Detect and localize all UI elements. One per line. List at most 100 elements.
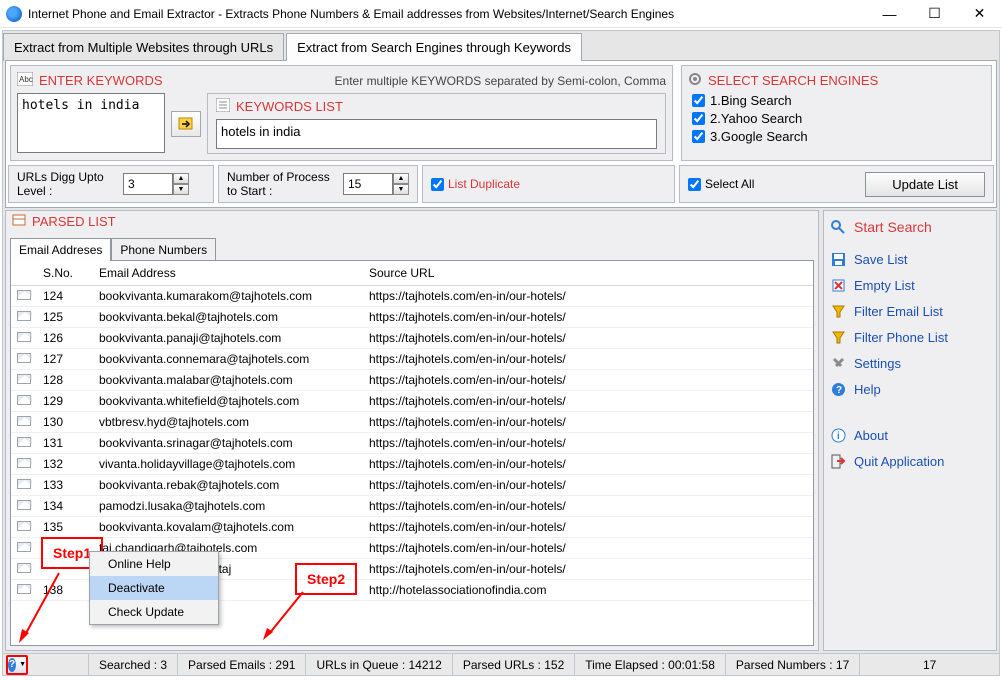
help-context-menu: Online Help Deactivate Check Update xyxy=(89,551,219,625)
window-title: Internet Phone and Email Extractor - Ext… xyxy=(28,7,867,21)
mail-icon xyxy=(17,521,31,531)
status-searched: Searched : 3 xyxy=(88,654,178,675)
table-row[interactable]: 126 bookvivanta.panaji@tajhotels.com htt… xyxy=(11,328,813,349)
add-keyword-button[interactable] xyxy=(171,111,201,137)
mail-icon xyxy=(17,500,31,510)
search-engines-group: SELECT SEARCH ENGINES 1.Bing Search2.Yah… xyxy=(681,65,992,161)
digg-level-box: URLs Digg Upto Level : ▲▼ xyxy=(8,165,214,203)
about-icon: i xyxy=(830,427,846,443)
table-row[interactable]: 125 bookvivanta.bekal@tajhotels.com http… xyxy=(11,307,813,328)
maximize-button[interactable]: ☐ xyxy=(912,0,957,28)
mail-icon xyxy=(17,395,31,405)
menu-online-help[interactable]: Online Help xyxy=(90,552,218,576)
table-row[interactable]: 133 bookvivanta.rebak@tajhotels.com http… xyxy=(11,475,813,496)
col-email[interactable]: Email Address xyxy=(93,261,363,286)
quit-button[interactable]: Quit Application xyxy=(830,453,990,469)
process-down-button[interactable]: ▼ xyxy=(393,184,409,195)
list-duplicate-box: List Duplicate xyxy=(422,165,675,203)
tab-email-addresses[interactable]: Email Addreses xyxy=(10,238,111,261)
svg-text:Abc: Abc xyxy=(19,75,33,84)
digg-level-input[interactable] xyxy=(123,173,173,195)
digg-up-button[interactable]: ▲ xyxy=(173,173,189,184)
mail-icon xyxy=(17,437,31,447)
tab-extract-urls[interactable]: Extract from Multiple Websites through U… xyxy=(3,33,284,61)
select-all-checkbox[interactable]: Select All xyxy=(688,177,754,191)
svg-text:i: i xyxy=(837,431,840,442)
mail-icon xyxy=(17,542,31,552)
table-row[interactable]: 124 bookvivanta.kumarakom@tajhotels.com … xyxy=(11,286,813,307)
enter-keywords-group: Abc ENTER KEYWORDS Enter multiple KEYWOR… xyxy=(10,65,673,161)
mail-icon xyxy=(17,311,31,321)
menu-check-update[interactable]: Check Update xyxy=(90,600,218,624)
filter-phone-button[interactable]: Filter Phone List xyxy=(830,329,990,345)
minimize-button[interactable]: — xyxy=(867,0,912,28)
table-row[interactable]: 131 bookvivanta.srinagar@tajhotels.com h… xyxy=(11,433,813,454)
side-actions-panel: Start Search Save List Empty List Filter… xyxy=(823,210,997,651)
tab-phone-numbers[interactable]: Phone Numbers xyxy=(111,238,216,261)
table-row[interactable]: 127 bookvivanta.connemara@tajhotels.com … xyxy=(11,349,813,370)
select-all-box: Select All Update List xyxy=(679,165,994,203)
col-sno[interactable]: S.No. xyxy=(37,261,93,286)
status-urls-queue: URLs in Queue : 14212 xyxy=(306,654,452,675)
empty-icon xyxy=(830,277,846,293)
parsed-list-icon xyxy=(12,213,26,230)
digg-down-button[interactable]: ▼ xyxy=(173,184,189,195)
keywords-input[interactable]: hotels in india xyxy=(17,93,165,153)
parsed-list-title: PARSED LIST xyxy=(32,214,116,229)
keywords-list-content[interactable]: hotels in india xyxy=(216,119,657,149)
title-bar: Internet Phone and Email Extractor - Ext… xyxy=(0,0,1002,28)
settings-button[interactable]: Settings xyxy=(830,355,990,371)
mail-icon xyxy=(17,416,31,426)
main-tabs: Extract from Multiple Websites through U… xyxy=(3,31,999,61)
quit-icon xyxy=(830,453,846,469)
close-button[interactable]: ✕ xyxy=(957,0,1002,28)
status-extra: 17 xyxy=(860,654,999,675)
engine-item[interactable]: 2.Yahoo Search xyxy=(692,111,981,126)
save-icon xyxy=(830,251,846,267)
mail-icon xyxy=(17,332,31,342)
engine-item[interactable]: 1.Bing Search xyxy=(692,93,981,108)
mail-icon xyxy=(17,374,31,384)
empty-list-button[interactable]: Empty List xyxy=(830,277,990,293)
list-icon xyxy=(216,98,230,115)
about-button[interactable]: i About xyxy=(830,427,990,443)
table-row[interactable]: 134 pamodzi.lusaka@tajhotels.com https:/… xyxy=(11,496,813,517)
process-up-button[interactable]: ▲ xyxy=(393,173,409,184)
search-icon xyxy=(830,219,846,235)
status-time-elapsed: Time Elapsed : 00:01:58 xyxy=(575,654,726,675)
process-count-input[interactable] xyxy=(343,173,393,195)
table-row[interactable]: 128 bookvivanta.malabar@tajhotels.com ht… xyxy=(11,370,813,391)
list-duplicate-checkbox[interactable]: List Duplicate xyxy=(431,177,520,191)
digg-level-label: URLs Digg Upto Level : xyxy=(17,170,117,198)
start-search-button[interactable]: Start Search xyxy=(830,219,990,235)
engine-item[interactable]: 3.Google Search xyxy=(692,129,981,144)
email-table: S.No. Email Address Source URL 124 bookv… xyxy=(11,261,813,601)
keywords-list-box: KEYWORDS LIST hotels in india xyxy=(207,93,666,154)
tab-extract-keywords[interactable]: Extract from Search Engines through Keyw… xyxy=(286,33,582,61)
mail-icon xyxy=(17,584,31,594)
status-parsed-emails: Parsed Emails : 291 xyxy=(178,654,306,675)
table-row[interactable]: 129 bookvivanta.whitefield@tajhotels.com… xyxy=(11,391,813,412)
table-row[interactable]: 130 vbtbresv.hyd@tajhotels.com https://t… xyxy=(11,412,813,433)
process-count-label: Number of Process to Start : xyxy=(227,170,337,198)
update-list-button[interactable]: Update List xyxy=(865,172,985,197)
help-button[interactable]: ? Help xyxy=(830,381,990,397)
help-dropdown-button[interactable]: ?▼ xyxy=(6,655,28,675)
question-icon: ? xyxy=(8,658,16,672)
parsed-list-panel: PARSED LIST Email Addreses Phone Numbers… xyxy=(5,210,819,651)
status-bar: ?▼ Searched : 3 Parsed Emails : 291 URLs… xyxy=(3,653,999,675)
table-row[interactable]: 135 bookvivanta.kovalam@tajhotels.com ht… xyxy=(11,517,813,538)
col-url[interactable]: Source URL xyxy=(363,261,813,286)
keywords-list-title: KEYWORDS LIST xyxy=(236,99,343,114)
save-list-button[interactable]: Save List xyxy=(830,251,990,267)
menu-deactivate[interactable]: Deactivate xyxy=(90,576,218,600)
status-parsed-urls: Parsed URLs : 152 xyxy=(453,654,575,675)
mail-icon xyxy=(17,479,31,489)
process-count-box: Number of Process to Start : ▲▼ xyxy=(218,165,418,203)
mail-icon xyxy=(17,458,31,468)
mail-icon xyxy=(17,353,31,363)
table-row[interactable]: 132 vivanta.holidayvillage@tajhotels.com… xyxy=(11,454,813,475)
filter-email-icon xyxy=(830,303,846,319)
filter-email-button[interactable]: Filter Email List xyxy=(830,303,990,319)
help-icon: ? xyxy=(830,381,846,397)
